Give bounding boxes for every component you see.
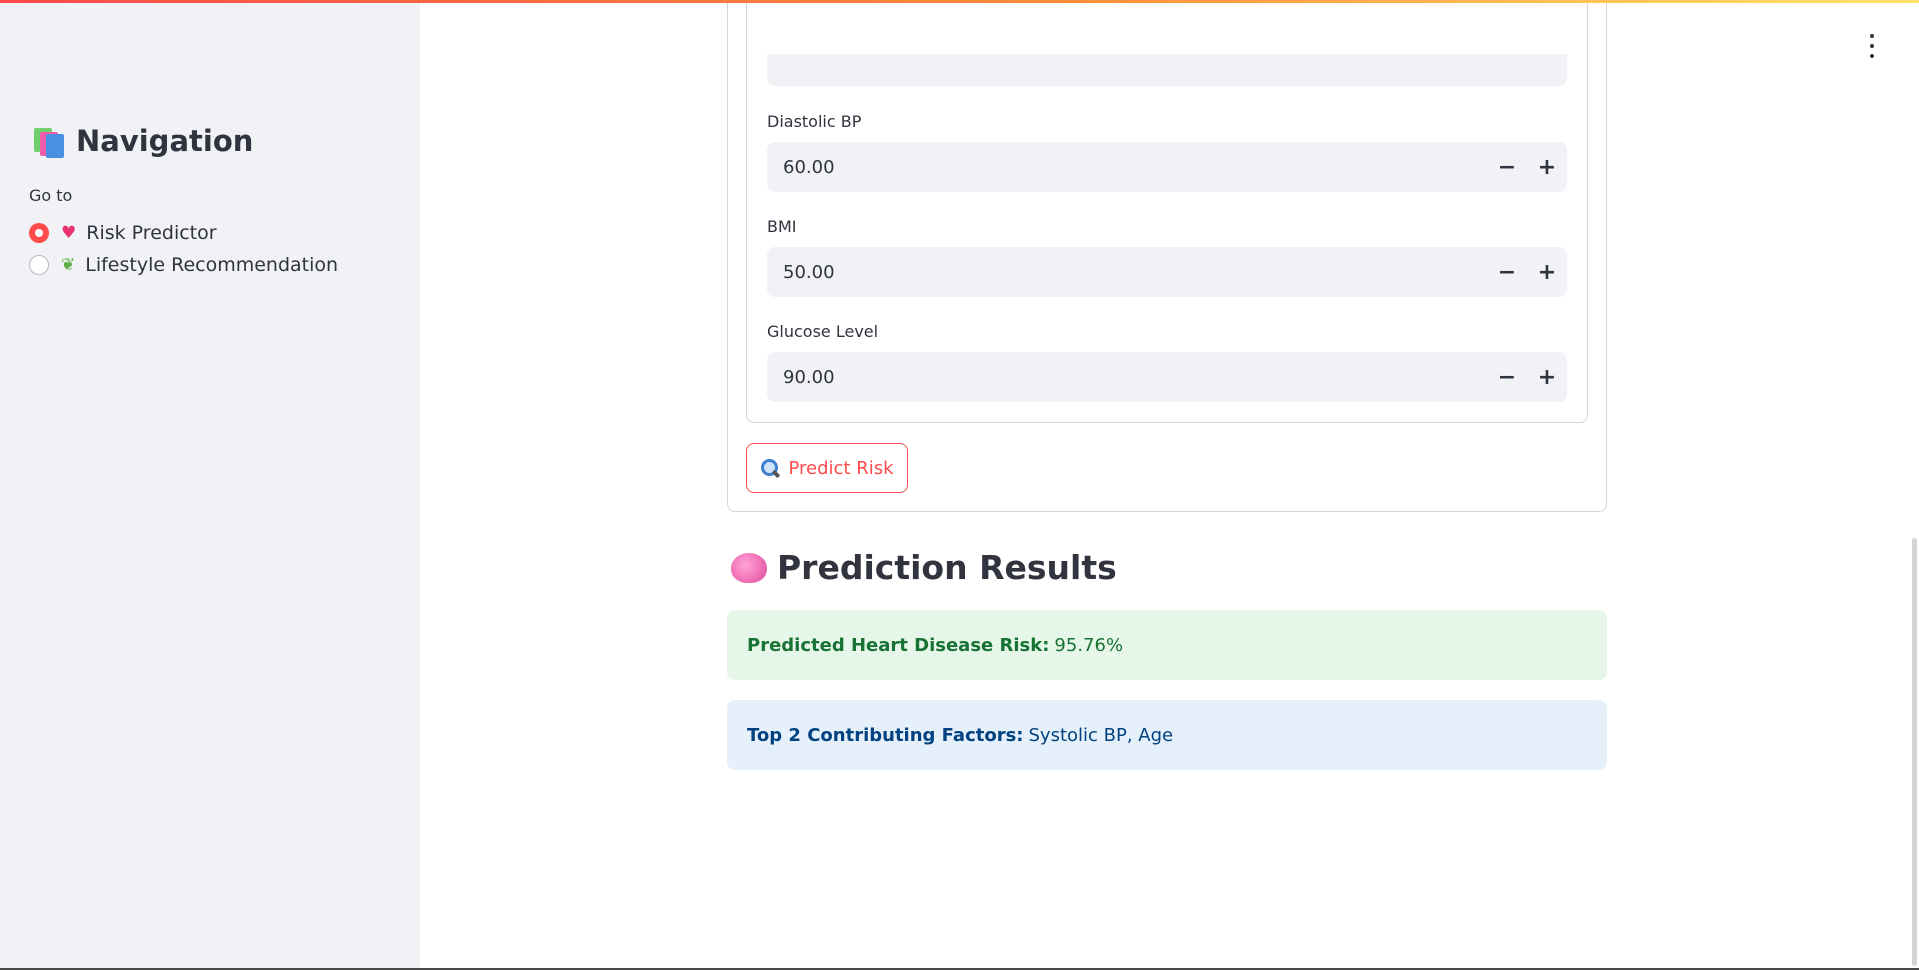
decrement-button[interactable]: − [1487,142,1527,192]
predict-risk-label: Predict Risk [788,457,894,479]
radio-button-selected[interactable] [29,223,49,243]
radio-button[interactable] [29,255,49,275]
number-input-value[interactable]: 60.00 [767,157,1487,178]
sidebar-title-text: Navigation [76,124,254,158]
factors-result-alert: Top 2 Contributing Factors: Systolic BP,… [727,700,1607,770]
increment-button[interactable]: + [1527,142,1567,192]
heart-icon: ♥ [61,223,77,243]
results-heading-text: Prediction Results [777,548,1117,587]
radio-group-label: Go to [29,186,73,205]
app-window: Navigation Go to ♥ Risk Predictor ❦ Life… [0,0,1919,968]
field-label-glucose-level: Glucose Level [767,322,879,341]
factors-result-label: Top 2 Contributing Factors: [747,724,1024,746]
field-label-bmi: BMI [767,217,797,236]
sidebar-title: Navigation [32,124,253,158]
number-input-partial[interactable] [767,54,1567,86]
herb-icon: ❦ [61,255,76,275]
increment-button[interactable]: + [1527,352,1567,402]
diastolic-bp-input[interactable]: 60.00 − + [767,142,1567,192]
glucose-level-input[interactable]: 90.00 − + [767,352,1567,402]
factors-result-value: Systolic BP, Age [1028,724,1174,746]
number-input-value[interactable]: 50.00 [767,262,1487,283]
decrement-button[interactable]: − [1487,247,1527,297]
decrement-button[interactable]: − [1487,352,1527,402]
radio-option-label: Lifestyle Recommendation [85,254,339,276]
predict-risk-button[interactable]: Predict Risk [746,443,908,493]
number-input-value[interactable]: 90.00 [767,367,1487,388]
radio-option-risk-predictor[interactable]: ♥ Risk Predictor [29,222,217,244]
main-menu-icon[interactable] [1864,34,1880,58]
books-icon [32,125,64,158]
page-scrollbar[interactable] [1912,538,1917,966]
radio-option-label: Risk Predictor [86,222,217,244]
top-decoration-bar [0,0,1919,3]
increment-button[interactable]: + [1527,247,1567,297]
magnifier-icon [760,458,780,478]
field-label-diastolic-bp: Diastolic BP [767,112,862,131]
risk-result-value: 95.76% [1054,634,1124,656]
brain-icon [731,552,767,583]
risk-result-label: Predicted Heart Disease Risk: [747,634,1050,656]
results-heading: Prediction Results [731,548,1117,587]
radio-option-lifestyle-recommendation[interactable]: ❦ Lifestyle Recommendation [29,254,338,276]
sidebar: Navigation Go to ♥ Risk Predictor ❦ Life… [0,0,420,968]
bmi-input[interactable]: 50.00 − + [767,247,1567,297]
risk-result-alert: Predicted Heart Disease Risk: 95.76% [727,610,1607,680]
